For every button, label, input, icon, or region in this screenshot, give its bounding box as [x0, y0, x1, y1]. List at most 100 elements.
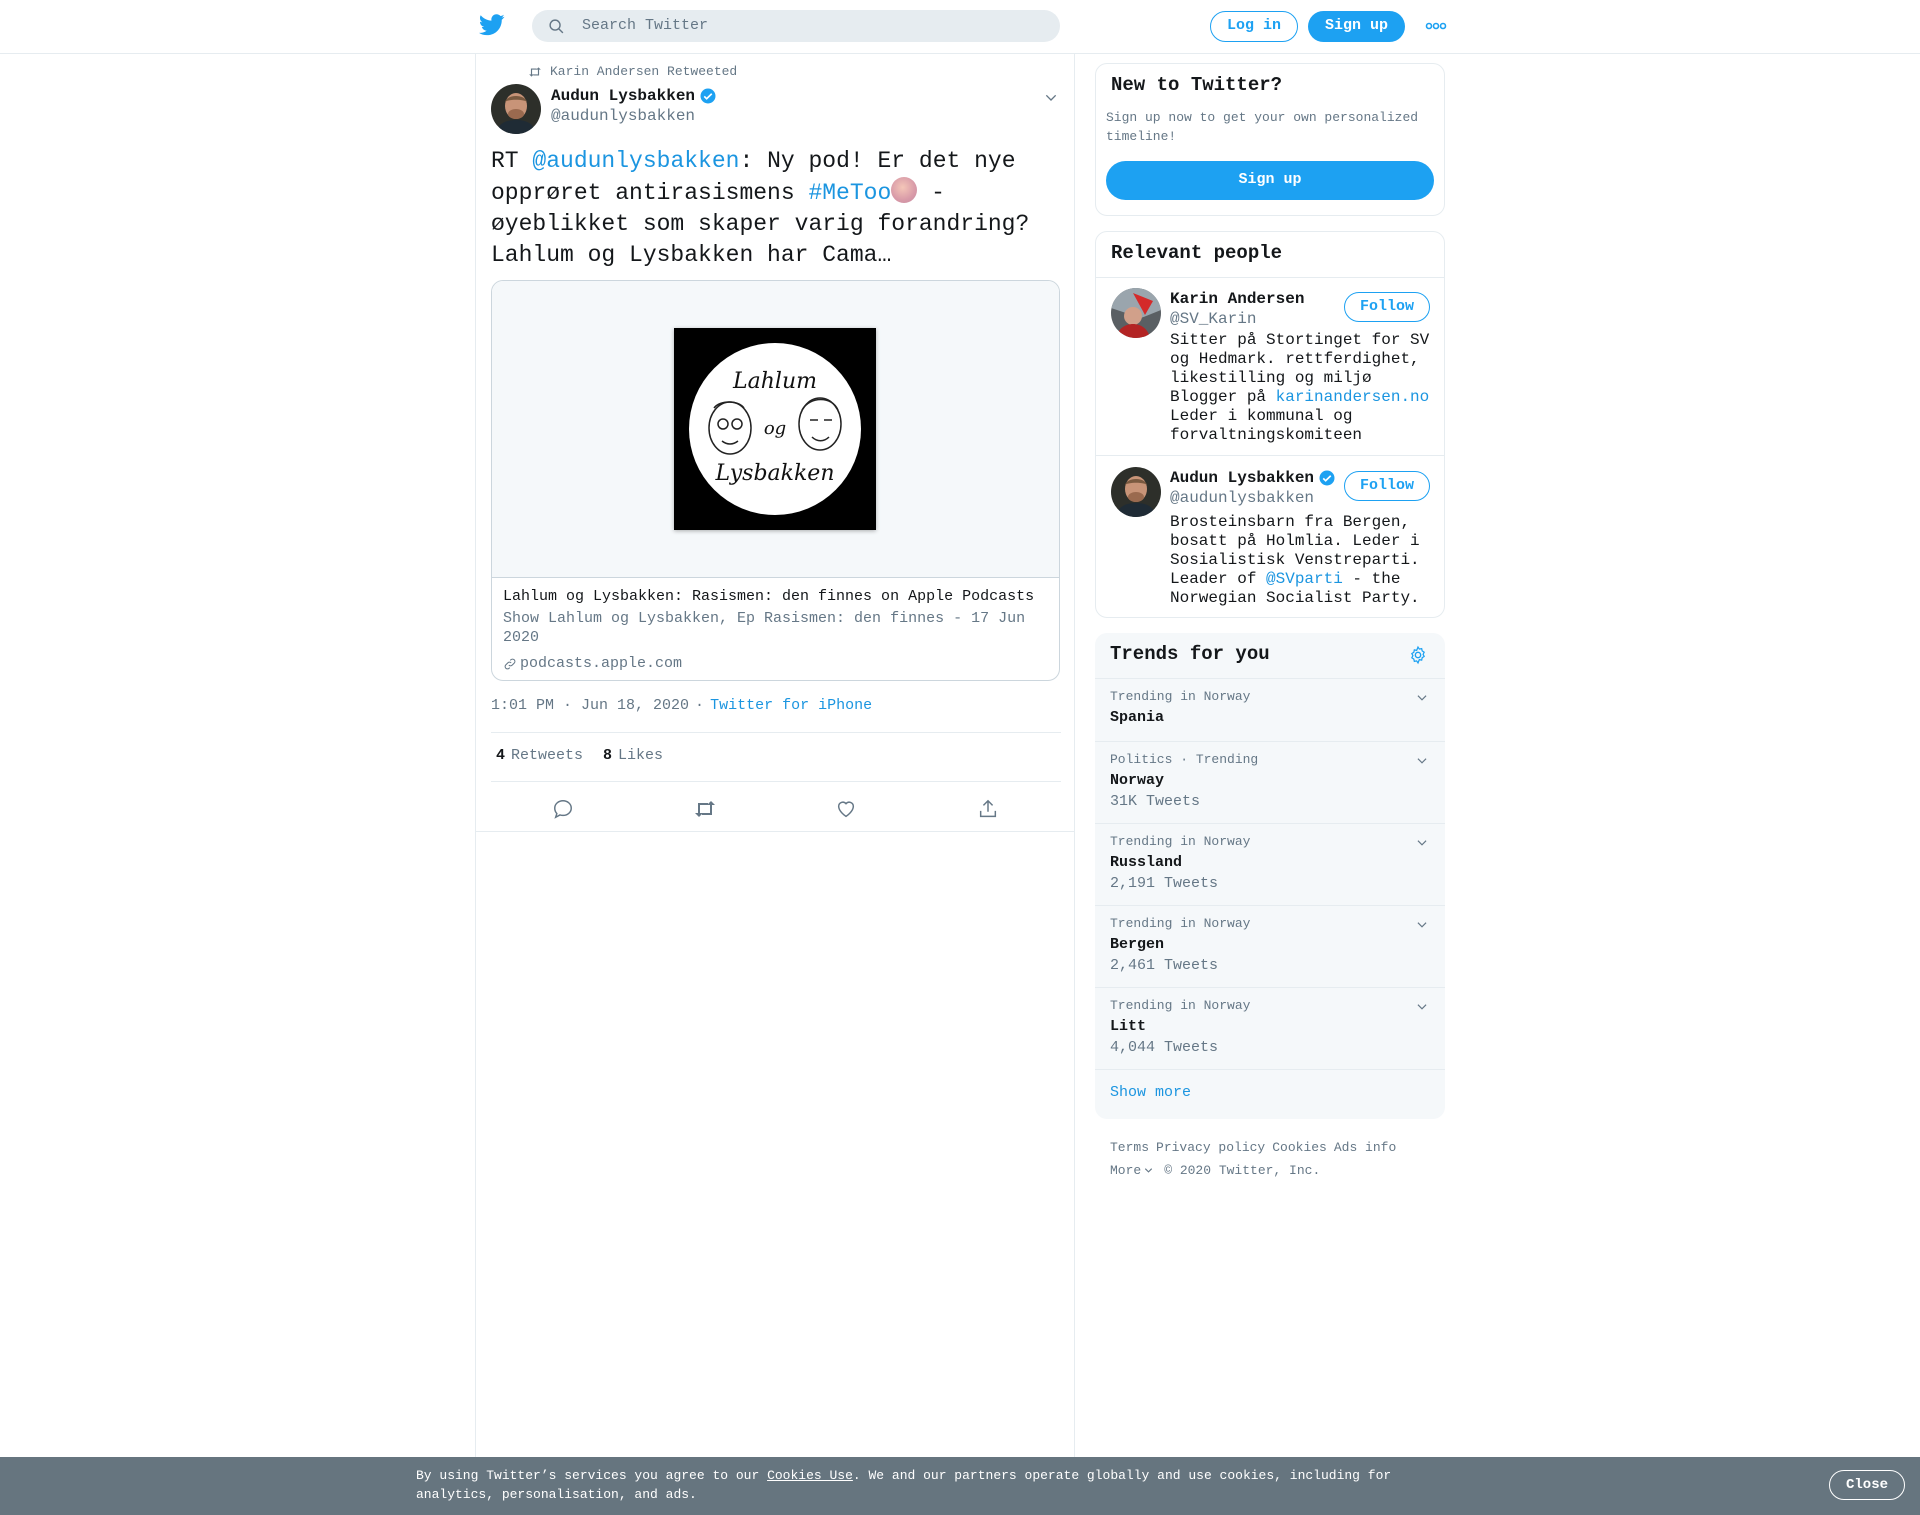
follow-button[interactable]: Follow	[1344, 292, 1430, 322]
footer-more-link[interactable]: More	[1110, 1159, 1154, 1182]
tweet-stats: 4 Retweets 8 Likes	[496, 747, 663, 764]
author-name-text[interactable]: Audun Lysbakken	[551, 87, 695, 105]
trend-name[interactable]: Spania	[1110, 709, 1164, 726]
chevron-down-icon[interactable]	[1415, 836, 1429, 850]
trend-item[interactable]: Trending in Norway Spania	[1095, 678, 1445, 741]
verified-badge-icon	[700, 88, 716, 104]
footer-ads-link[interactable]: Ads info	[1334, 1140, 1396, 1155]
trend-name[interactable]: Norway	[1110, 772, 1164, 789]
divider	[491, 781, 1061, 782]
chevron-down-icon	[1145, 1168, 1153, 1173]
link-icon	[504, 658, 516, 669]
person-name[interactable]: Audun Lysbakken	[1170, 469, 1336, 487]
trend-context: Politics · Trending	[1110, 752, 1259, 767]
cookies-use-link[interactable]: Cookies Use	[767, 1468, 853, 1483]
signup-button-large[interactable]: Sign up	[1106, 161, 1434, 200]
follow-button[interactable]: Follow	[1344, 471, 1430, 501]
tweet-text: RT @audunlysbakken: Ny pod! Er det nye o…	[491, 146, 1061, 271]
hashtag-link[interactable]: #MeToo	[808, 180, 891, 206]
person-handle[interactable]: @audunlysbakken	[1170, 489, 1314, 507]
chevron-down-icon[interactable]	[1415, 754, 1429, 768]
chevron-down-icon[interactable]	[1415, 691, 1429, 705]
trend-count: 4,044 Tweets	[1110, 1039, 1219, 1056]
mention-link[interactable]: @audunlysbakken	[532, 148, 739, 174]
trend-count: 2,461 Tweets	[1110, 957, 1219, 974]
new-to-twitter-box: New to Twitter? Sign up now to get your …	[1095, 63, 1445, 216]
gear-icon[interactable]	[1408, 645, 1428, 665]
tweet-timestamp[interactable]: 1:01 PM · Jun 18, 2020	[491, 697, 689, 714]
cookie-banner: By using Twitter’s services you agree to…	[0, 1457, 1920, 1515]
twitter-bird-icon[interactable]	[479, 14, 505, 38]
search-input[interactable]: Search Twitter	[532, 10, 1060, 42]
signup-button[interactable]: Sign up	[1308, 11, 1405, 42]
login-button[interactable]: Log in	[1210, 11, 1298, 42]
person-name-text[interactable]: Audun Lysbakken	[1170, 469, 1314, 487]
tweet-actions	[476, 794, 1076, 834]
trend-item[interactable]: Trending in Norway Russland 2,191 Tweets	[1095, 823, 1445, 905]
verified-badge-icon	[1319, 470, 1335, 486]
relevant-people-box: Relevant people Karin Andersen @SV_Karin…	[1095, 231, 1445, 618]
show-more-link[interactable]: Show more	[1110, 1084, 1191, 1101]
card-description: Show Lahlum og Lysbakken, Ep Rasismen: d…	[503, 610, 1026, 646]
chevron-down-icon[interactable]	[1415, 1000, 1429, 1014]
footer-cookies-link[interactable]: Cookies	[1272, 1140, 1327, 1155]
tweet-text-prefix: RT	[491, 148, 533, 174]
author-name[interactable]: Audun Lysbakken	[551, 87, 717, 105]
meta-separator: ·	[695, 697, 705, 714]
person-card[interactable]: Audun Lysbakken @audunlysbakken Follow B…	[1096, 467, 1444, 617]
trend-count: 31K Tweets	[1110, 793, 1201, 810]
person-name[interactable]: Karin Andersen	[1170, 290, 1304, 308]
link-card[interactable]: Lahlum og Lysbakken Lahlum og Lysbakken:…	[491, 280, 1060, 681]
person-handle[interactable]: @SV_Karin	[1170, 310, 1256, 328]
close-button[interactable]: Close	[1829, 1470, 1905, 1500]
trend-item[interactable]: Trending in Norway Litt 4,044 Tweets	[1095, 987, 1445, 1069]
divider	[1096, 277, 1444, 278]
metoo-emoji-icon	[891, 177, 918, 203]
chevron-down-icon[interactable]	[1415, 918, 1429, 932]
trend-context: Trending in Norway	[1110, 998, 1251, 1013]
person-name-text[interactable]: Karin Andersen	[1170, 290, 1304, 308]
more-dots-icon[interactable]	[1424, 20, 1448, 32]
new-to-twitter-subtitle: Sign up now to get your own personalized…	[1106, 110, 1419, 144]
card-title[interactable]: Lahlum og Lysbakken: Rasismen: den finne…	[503, 588, 1034, 605]
share-icon[interactable]	[977, 798, 999, 820]
bio-link[interactable]: @SVparti	[1266, 570, 1343, 588]
trend-item[interactable]: Trending in Norway Bergen 2,461 Tweets	[1095, 905, 1445, 987]
author-handle[interactable]: @audunlysbakken	[551, 107, 695, 125]
tweet-source[interactable]: Twitter for iPhone	[710, 697, 872, 714]
person-avatar[interactable]	[1111, 467, 1161, 517]
retweet-small-icon	[529, 66, 541, 77]
card-image[interactable]: Lahlum og Lysbakken	[492, 281, 1059, 578]
retweets-label: Retweets	[511, 747, 584, 764]
footer-terms-link[interactable]: Terms	[1110, 1140, 1149, 1155]
new-to-twitter-title: New to Twitter?	[1111, 74, 1283, 96]
cover-title-mid: og	[764, 418, 786, 439]
bio-link[interactable]: karinandersen.no	[1276, 388, 1430, 406]
podcast-cover-image: Lahlum og Lysbakken	[674, 328, 876, 530]
sidebar-footer: Terms Privacy policy Cookies Ads info More …	[1110, 1136, 1440, 1182]
footer-more-text[interactable]: More	[1110, 1159, 1141, 1182]
trend-name[interactable]: Bergen	[1110, 936, 1164, 953]
cookie-text-part: By using Twitter’s services you agree to…	[416, 1468, 768, 1483]
retweet-icon[interactable]	[693, 798, 717, 820]
main-column: Karin Andersen Retweeted Audun Lysbakken…	[475, 54, 1075, 1515]
person-bio-text: Leder i kommunal og forvaltningskomiteen	[1170, 407, 1363, 444]
trend-name[interactable]: Litt	[1110, 1018, 1146, 1035]
likes-stat[interactable]: 8 Likes	[603, 747, 663, 764]
reply-icon[interactable]	[552, 798, 574, 820]
likes-count: 8	[603, 747, 613, 764]
search-placeholder: Search Twitter	[582, 17, 709, 34]
trend-name[interactable]: Russland	[1110, 854, 1182, 871]
person-avatar[interactable]	[1111, 288, 1161, 338]
chevron-down-icon[interactable]	[1043, 90, 1059, 106]
retweets-stat[interactable]: 4 Retweets	[496, 747, 583, 764]
author-avatar[interactable]	[491, 84, 541, 134]
retweet-context-text: Karin Andersen Retweeted	[550, 64, 738, 79]
person-bio: Brosteinsbarn fra Bergen, bosatt på Holm…	[1170, 513, 1435, 608]
footer-privacy-link[interactable]: Privacy policy	[1156, 1140, 1265, 1155]
cover-title-top: Lahlum	[732, 369, 817, 394]
trend-count: 2,191 Tweets	[1110, 875, 1219, 892]
person-card[interactable]: Karin Andersen @SV_Karin Follow Sitter p…	[1096, 288, 1444, 448]
like-heart-icon[interactable]	[835, 798, 857, 820]
trend-item[interactable]: Politics · Trending Norway 31K Tweets	[1095, 741, 1445, 823]
